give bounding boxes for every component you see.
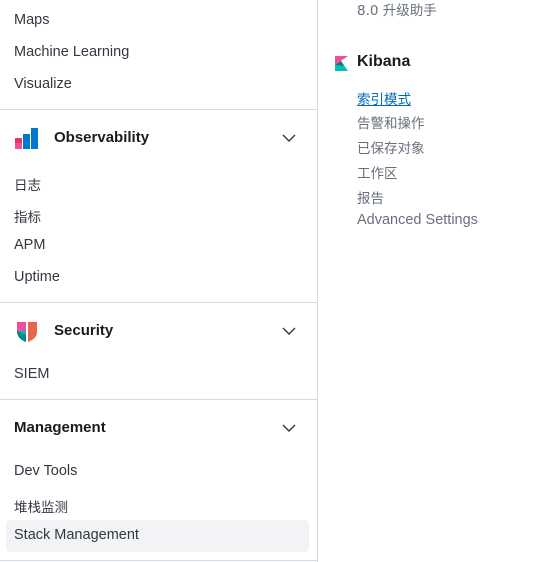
security-logo-icon — [17, 322, 37, 342]
nav-item-metrics[interactable]: 指标 — [14, 206, 41, 226]
kibana-section-title: Kibana — [357, 53, 411, 70]
security-group-title: Security — [54, 322, 114, 339]
nav-item-maps[interactable]: Maps — [14, 12, 49, 28]
nav-item-apm[interactable]: APM — [14, 237, 45, 253]
nav-divider — [0, 399, 317, 400]
chevron-down-icon[interactable] — [281, 420, 297, 436]
nav-item-machine-learning[interactable]: Machine Learning — [14, 44, 129, 60]
nav-divider — [0, 560, 317, 561]
observability-group-title: Observability — [54, 129, 150, 146]
chevron-down-icon[interactable] — [281, 323, 297, 339]
management-group-header[interactable]: Management — [0, 408, 317, 448]
nav-item-visualize[interactable]: Visualize — [14, 76, 72, 92]
reporting-link[interactable]: 报告 — [357, 187, 384, 207]
security-group-header[interactable]: Security — [0, 311, 317, 351]
advanced-settings-link[interactable]: Advanced Settings — [357, 212, 478, 228]
management-group-title: Management — [14, 419, 106, 436]
observability-logo-icon — [15, 128, 38, 149]
upgrade-assistant-link[interactable]: 8.0 升级助手 — [357, 0, 437, 19]
nav-divider — [0, 109, 317, 110]
management-side-panel: 8.0 升级助手 Kibana 索引模式 告警和操作 已保存对象 工作区 报告 … — [318, 0, 558, 562]
nav-divider — [0, 302, 317, 303]
chevron-down-icon[interactable] — [281, 130, 297, 146]
nav-item-dev-tools[interactable]: Dev Tools — [14, 463, 77, 479]
index-patterns-link[interactable]: 索引模式 — [357, 88, 411, 108]
kibana-logo-icon — [335, 56, 348, 71]
observability-group-header[interactable]: Observability — [0, 118, 317, 158]
alerts-and-actions-link[interactable]: 告警和操作 — [357, 112, 425, 132]
side-nav: Maps Machine Learning Visualize Observab… — [0, 0, 318, 562]
saved-objects-link[interactable]: 已保存对象 — [357, 137, 425, 157]
nav-item-siem[interactable]: SIEM — [14, 366, 49, 382]
spaces-link[interactable]: 工作区 — [357, 162, 398, 182]
nav-item-stack-management[interactable]: Stack Management — [14, 527, 139, 543]
nav-item-uptime[interactable]: Uptime — [14, 269, 60, 285]
nav-item-stack-monitoring[interactable]: 堆栈监测 — [14, 496, 68, 516]
nav-item-logs[interactable]: 日志 — [14, 174, 41, 194]
